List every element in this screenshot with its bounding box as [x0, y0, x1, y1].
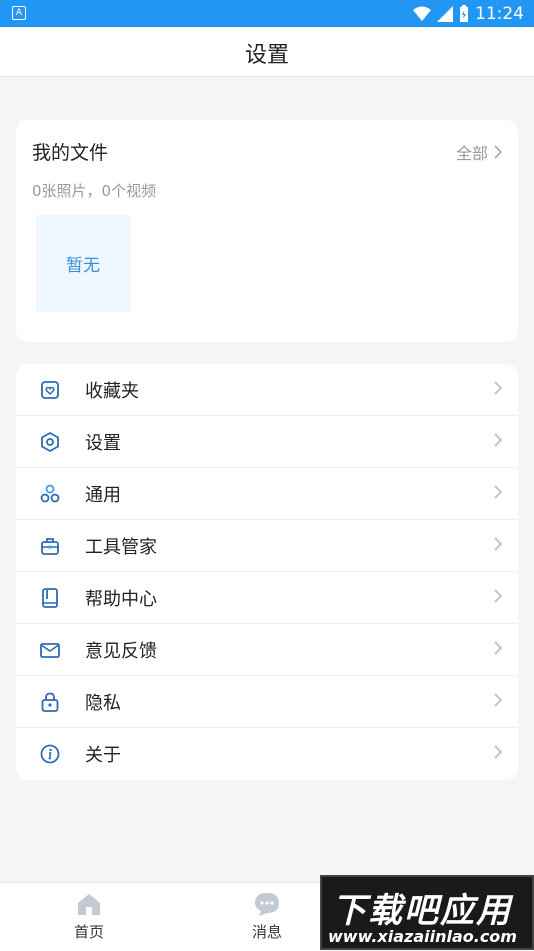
chevron-right-icon — [494, 485, 502, 499]
chevron-right-icon — [494, 745, 502, 759]
menu-label: 设置 — [85, 433, 121, 454]
lock-icon — [41, 692, 59, 712]
chevron-right-icon — [494, 433, 502, 447]
empty-text: 暂无 — [66, 256, 100, 276]
notification-icon: A — [12, 6, 26, 20]
menu-item-favorites[interactable]: 收藏夹 — [16, 364, 518, 416]
info-icon — [40, 744, 60, 764]
settings-menu: 收藏夹 设置 通用 工具管家 帮助中心 意见反馈 隐私 关于 — [16, 364, 518, 780]
message-icon — [255, 893, 279, 916]
watermark-url: www.xiazaiinlao.com — [328, 927, 517, 946]
chevron-right-icon — [494, 145, 502, 159]
chevron-right-icon — [494, 641, 502, 655]
chevron-right-icon — [494, 381, 502, 395]
mail-icon — [40, 643, 60, 658]
status-bar: A 11:24 — [0, 0, 534, 27]
page-title: 设置 — [244, 43, 289, 68]
menu-label: 工具管家 — [85, 537, 157, 558]
menu-label: 收藏夹 — [85, 381, 139, 402]
view-all-label: 全部 — [455, 144, 488, 163]
home-icon — [78, 894, 100, 915]
menu-label: 意见反馈 — [85, 641, 157, 662]
menu-label: 帮助中心 — [85, 589, 157, 610]
empty-placeholder: 暂无 — [36, 215, 130, 312]
tab-messages[interactable]: 消息 — [227, 891, 307, 942]
tab-label: 消息 — [251, 923, 282, 941]
menu-item-general[interactable]: 通用 — [16, 468, 518, 520]
view-all-link[interactable]: 全部 — [456, 140, 502, 164]
help-book-icon — [42, 588, 58, 608]
files-count: 0张照片，0个视频 — [32, 182, 157, 200]
title-bar: 设置 — [0, 27, 534, 77]
status-right: 11:24 — [413, 4, 524, 24]
tab-label: 首页 — [73, 923, 104, 941]
menu-item-privacy[interactable]: 隐私 — [16, 676, 518, 728]
watermark-logo: 下载吧应用 www.xiazaiinlao.com — [320, 875, 534, 950]
battery-icon — [460, 5, 468, 22]
chevron-right-icon — [494, 589, 502, 603]
menu-item-about[interactable]: 关于 — [16, 728, 518, 779]
menu-label: 关于 — [85, 745, 121, 766]
signal-icon — [437, 6, 453, 22]
menu-label: 隐私 — [85, 693, 121, 714]
my-files-title: 我的文件 — [32, 142, 109, 164]
menu-item-help-center[interactable]: 帮助中心 — [16, 572, 518, 624]
menu-label: 通用 — [85, 485, 121, 506]
tab-home[interactable]: 首页 — [49, 891, 129, 942]
chevron-right-icon — [494, 537, 502, 551]
menu-item-settings[interactable]: 设置 — [16, 416, 518, 468]
menu-item-toolbox[interactable]: 工具管家 — [16, 520, 518, 572]
menu-item-feedback[interactable]: 意见反馈 — [16, 624, 518, 676]
favorites-icon — [41, 381, 59, 399]
general-icon — [40, 484, 60, 503]
chevron-right-icon — [494, 693, 502, 707]
toolbox-icon — [41, 538, 59, 555]
wifi-icon — [413, 6, 431, 21]
settings-icon — [41, 431, 59, 453]
my-files-card: 我的文件 全部 0张照片，0个视频 暂无 — [16, 120, 518, 342]
watermark-title: 下载吧应用 — [332, 891, 512, 931]
clock: 11:24 — [475, 4, 524, 24]
